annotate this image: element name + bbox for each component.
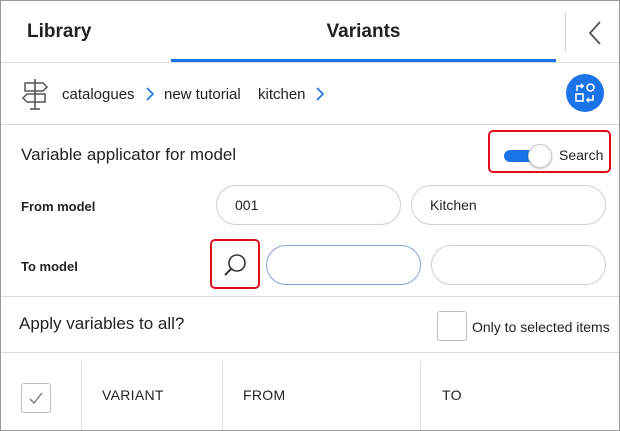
select-all-checkbox[interactable] — [21, 383, 51, 413]
to-model-search-button[interactable] — [215, 245, 255, 285]
swap-icon — [575, 83, 595, 103]
toggle-knob — [528, 144, 552, 168]
header-divider — [565, 13, 566, 51]
breadcrumb-item-kitchen[interactable]: kitchen — [258, 63, 306, 125]
active-tab-indicator — [171, 59, 556, 62]
back-button[interactable] — [575, 15, 615, 51]
only-selected-checkbox[interactable] — [437, 311, 467, 341]
signpost-icon — [21, 79, 49, 110]
tab-library[interactable]: Library — [27, 1, 91, 63]
variants-panel: Library Variants catalogues new tutorial… — [0, 0, 620, 431]
breadcrumb-item-catalogues[interactable]: catalogues — [62, 63, 135, 125]
variants-table-header — [1, 352, 619, 430]
search-toggle-label: Search — [559, 147, 604, 163]
breadcrumb-item-new-tutorial[interactable]: new tutorial — [164, 63, 241, 125]
column-divider — [81, 361, 82, 430]
swap-button[interactable] — [566, 74, 604, 112]
chevron-right-icon — [146, 87, 155, 101]
magnifier-icon — [224, 254, 246, 276]
chevron-right-icon — [316, 87, 325, 101]
from-model-code-field[interactable] — [216, 185, 401, 225]
checkmark-icon — [29, 392, 43, 405]
from-model-name-field[interactable] — [411, 185, 606, 225]
tab-variants[interactable]: Variants — [171, 1, 556, 63]
column-divider — [222, 361, 223, 430]
chevron-left-icon — [588, 21, 601, 45]
column-header-variant[interactable]: VARIANT — [102, 387, 164, 403]
tab-bar: Library Variants — [1, 1, 619, 63]
search-toggle[interactable] — [504, 144, 552, 168]
column-divider — [420, 361, 421, 430]
to-model-label: To model — [21, 259, 78, 274]
column-header-from[interactable]: FROM — [243, 387, 285, 403]
section-divider — [1, 296, 619, 297]
column-header-to[interactable]: TO — [442, 387, 462, 403]
breadcrumb: catalogues new tutorial kitchen — [1, 63, 619, 125]
apply-to-all-label: Apply variables to all? — [19, 314, 185, 333]
to-model-name-field[interactable] — [431, 245, 606, 285]
applicator-title: Variable applicator for model — [21, 145, 237, 164]
only-selected-label: Only to selected items — [472, 319, 610, 335]
to-model-code-field[interactable] — [266, 245, 421, 285]
from-model-label: From model — [21, 199, 96, 214]
